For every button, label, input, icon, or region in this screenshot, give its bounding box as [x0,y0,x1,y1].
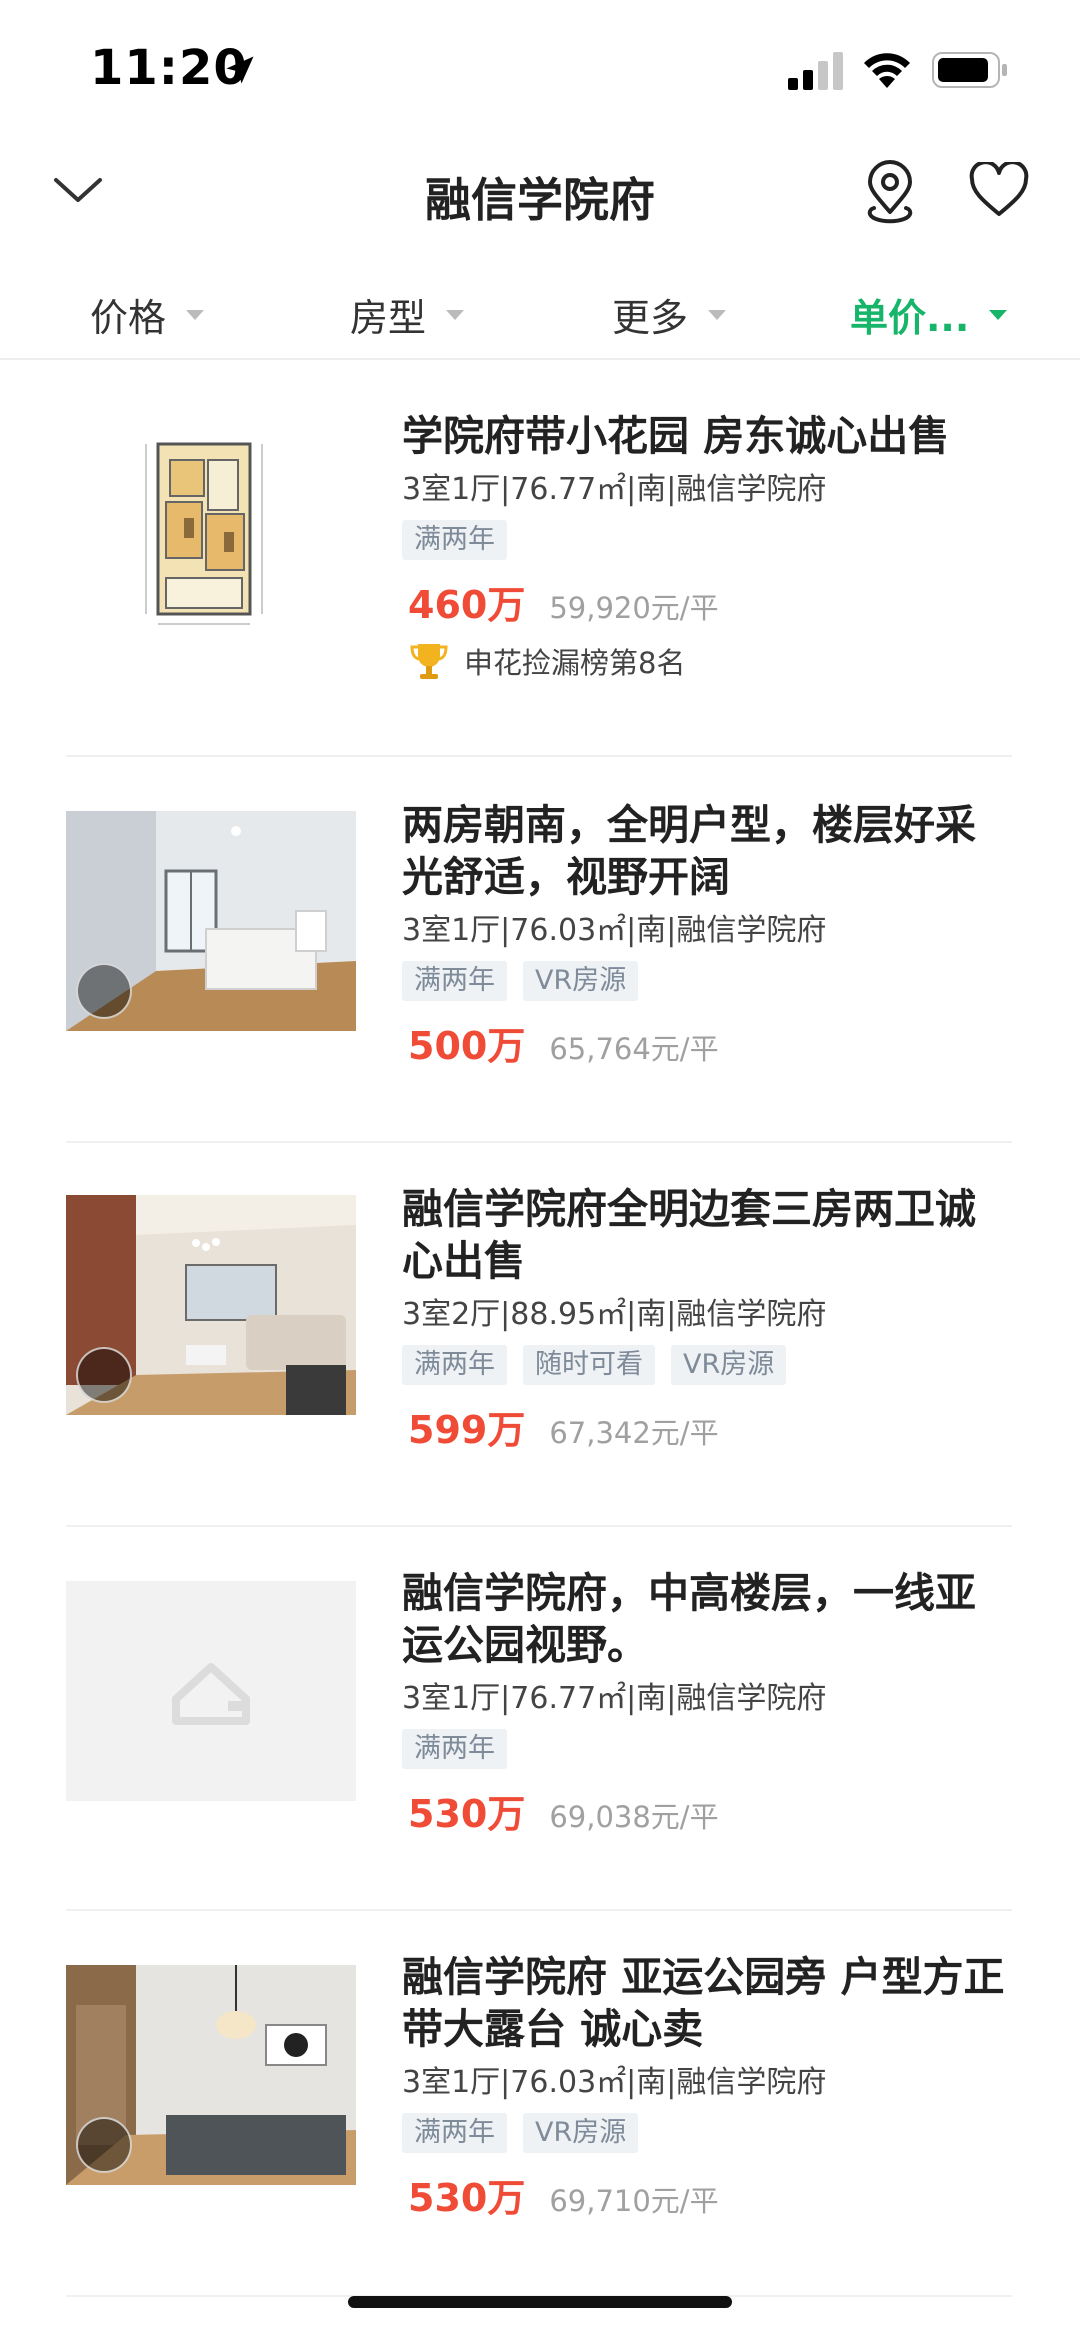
listing-title: 融信学院府 亚运公园旁 户型方正 带大露台 诚心卖 [402,1953,1005,2053]
listing-info: 两房朝南，全明户型，楼层好采光舒适，视野开阔 3室1厅|76.03㎡|南|融信学… [402,799,1012,1068]
price-row: 500万 65,764元/平 [402,1015,1012,1068]
listing-item[interactable]: 融信学院府全明边套三房两卫诚心出售 3室2厅|88.95㎡|南|融信学院府 满两… [66,1143,1012,1527]
caret-down-icon [708,310,727,320]
unit-price: 67,342元/平 [549,1416,719,1450]
filter-more-label: 更多 [612,295,689,340]
listing-meta: 3室1厅|76.77㎡|南|融信学院府 [402,1681,827,1716]
unit-price: 59,920元/平 [549,591,719,625]
total-price: 500万 [408,1024,526,1068]
tag: 满两年 [402,1345,507,1385]
price-row: 530万 69,710元/平 [402,2167,1012,2220]
listing-photo [66,1195,356,1415]
unit-price: 69,710元/平 [549,2184,719,2218]
floor-plan-image [66,414,356,634]
listing-photo [66,811,356,1031]
unit-price: 69,038元/平 [549,1800,719,1834]
tag: 满两年 [402,2113,507,2153]
total-price: 530万 [408,2176,526,2220]
price-row: 530万 69,038元/平 [402,1783,1012,1836]
filter-price[interactable]: 价格 [90,284,205,344]
listing-meta: 3室2厅|88.95㎡|南|融信学院府 [402,1297,827,1332]
listing-item[interactable]: 学院府带小花园 房东诚心出售 3室1厅|76.77㎡|南|融信学院府 满两年 4… [66,362,1012,757]
tag: 满两年 [402,961,507,1001]
location-arrow-icon [226,56,254,84]
vr-icon [76,1347,132,1403]
vr-icon [76,2117,132,2173]
tag: VR房源 [523,961,639,1001]
listing-meta: 3室1厅|76.77㎡|南|融信学院府 [402,472,827,507]
listing-title: 融信学院府，中高楼层，一线亚运公园视野。 [402,1569,976,1669]
cellular-signal-icon [788,52,843,90]
caret-down-icon [446,310,465,320]
heart-icon[interactable] [968,162,1030,218]
filter-unit-price-label: 单价... [850,295,970,340]
placeholder-image [66,1581,356,1801]
tag: 满两年 [402,520,507,560]
caret-down-icon [186,310,205,320]
listing-tags: 满两年 [402,1729,1012,1769]
filter-room-type[interactable]: 房型 [350,284,465,344]
listing-title: 融信学院府全明边套三房两卫诚心出售 [402,1185,976,1285]
listing-info: 学院府带小花园 房东诚心出售 3室1厅|76.77㎡|南|融信学院府 满两年 4… [402,410,1012,682]
filter-unit-price[interactable]: 单价... [850,284,1008,344]
vr-icon [76,963,132,1019]
filter-more[interactable]: 更多 [612,284,727,344]
listing-tags: 满两年 VR房源 [402,961,1012,1001]
listing-title: 学院府带小花园 房东诚心出售 [402,412,950,460]
battery-icon [932,52,1007,88]
caret-down-icon [989,310,1008,320]
listing-photo [66,1965,356,2185]
listing-title: 两房朝南，全明户型，楼层好采光舒适，视野开阔 [402,801,976,901]
wifi-icon [864,53,910,88]
status-bar: 11:20 [0,0,1080,130]
total-price: 460万 [408,583,526,627]
unit-price: 65,764元/平 [549,1032,719,1066]
listing-meta: 3室1厅|76.03㎡|南|融信学院府 [402,913,827,948]
total-price: 530万 [408,1792,526,1836]
listing-info: 融信学院府 亚运公园旁 户型方正 带大露台 诚心卖 3室1厅|76.03㎡|南|… [402,1951,1012,2220]
filter-bar: 价格 房型 更多 单价... [0,270,1080,360]
map-pin-icon[interactable] [862,160,918,226]
tag: VR房源 [671,1345,787,1385]
rank-badge[interactable]: 申花捡漏榜第8名 [402,640,1012,682]
nav-header: 融信学院府 [0,140,1080,240]
listing-tags: 满两年 随时可看 VR房源 [402,1345,1012,1385]
listing-item[interactable]: 融信学院府，中高楼层，一线亚运公园视野。 3室1厅|76.77㎡|南|融信学院府… [66,1527,1012,1911]
tag: VR房源 [523,2113,639,2153]
listing-meta: 3室1厅|76.03㎡|南|融信学院府 [402,2065,827,2100]
listing-tags: 满两年 [402,520,1012,560]
filter-room-type-label: 房型 [350,295,427,340]
listing-item[interactable]: 融信学院府 亚运公园旁 户型方正 带大露台 诚心卖 3室1厅|76.03㎡|南|… [66,1911,1012,2297]
trophy-icon [410,644,448,679]
listing-tags: 满两年 VR房源 [402,2113,1012,2153]
filter-price-label: 价格 [90,295,167,340]
listing-info: 融信学院府，中高楼层，一线亚运公园视野。 3室1厅|76.77㎡|南|融信学院府… [402,1567,1012,1836]
price-row: 599万 67,342元/平 [402,1399,1012,1452]
tag: 满两年 [402,1729,507,1769]
listing-info: 融信学院府全明边套三房两卫诚心出售 3室2厅|88.95㎡|南|融信学院府 满两… [402,1183,1012,1452]
total-price: 599万 [408,1408,526,1452]
tag: 随时可看 [523,1345,655,1385]
page-title: 融信学院府 [425,173,655,227]
listing-item[interactable]: 两房朝南，全明户型，楼层好采光舒适，视野开阔 3室1厅|76.03㎡|南|融信学… [66,757,1012,1143]
home-indicator[interactable] [348,2296,732,2308]
rank-text: 申花捡漏榜第8名 [464,646,686,680]
price-row: 460万 59,920元/平 [402,574,1012,627]
